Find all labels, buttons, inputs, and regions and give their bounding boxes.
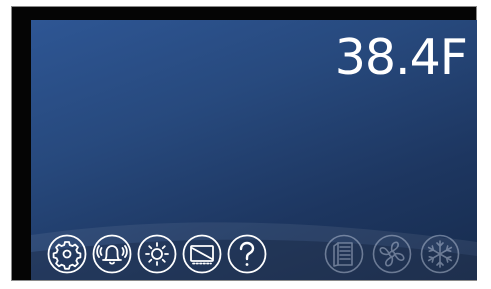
alarm-bell-icon bbox=[92, 234, 132, 274]
settings-button[interactable] bbox=[47, 234, 87, 274]
display-button[interactable] bbox=[182, 234, 222, 274]
defrost-button[interactable] bbox=[420, 234, 460, 274]
alarm-button[interactable] bbox=[92, 234, 132, 274]
help-button[interactable] bbox=[227, 234, 267, 274]
fan-icon bbox=[372, 234, 412, 274]
brightness-icon bbox=[137, 234, 177, 274]
temperature-readout: 38.4F bbox=[334, 29, 468, 86]
display-icon bbox=[182, 234, 222, 274]
display-screen: 38.4F bbox=[31, 20, 477, 280]
gear-icon bbox=[47, 234, 87, 274]
fan-button[interactable] bbox=[372, 234, 412, 274]
brightness-button[interactable] bbox=[137, 234, 177, 274]
help-icon bbox=[227, 234, 267, 274]
door-button[interactable] bbox=[324, 234, 364, 274]
device-bezel: 38.4F bbox=[11, 6, 477, 281]
door-icon bbox=[324, 234, 364, 274]
snowflake-icon bbox=[420, 234, 460, 274]
